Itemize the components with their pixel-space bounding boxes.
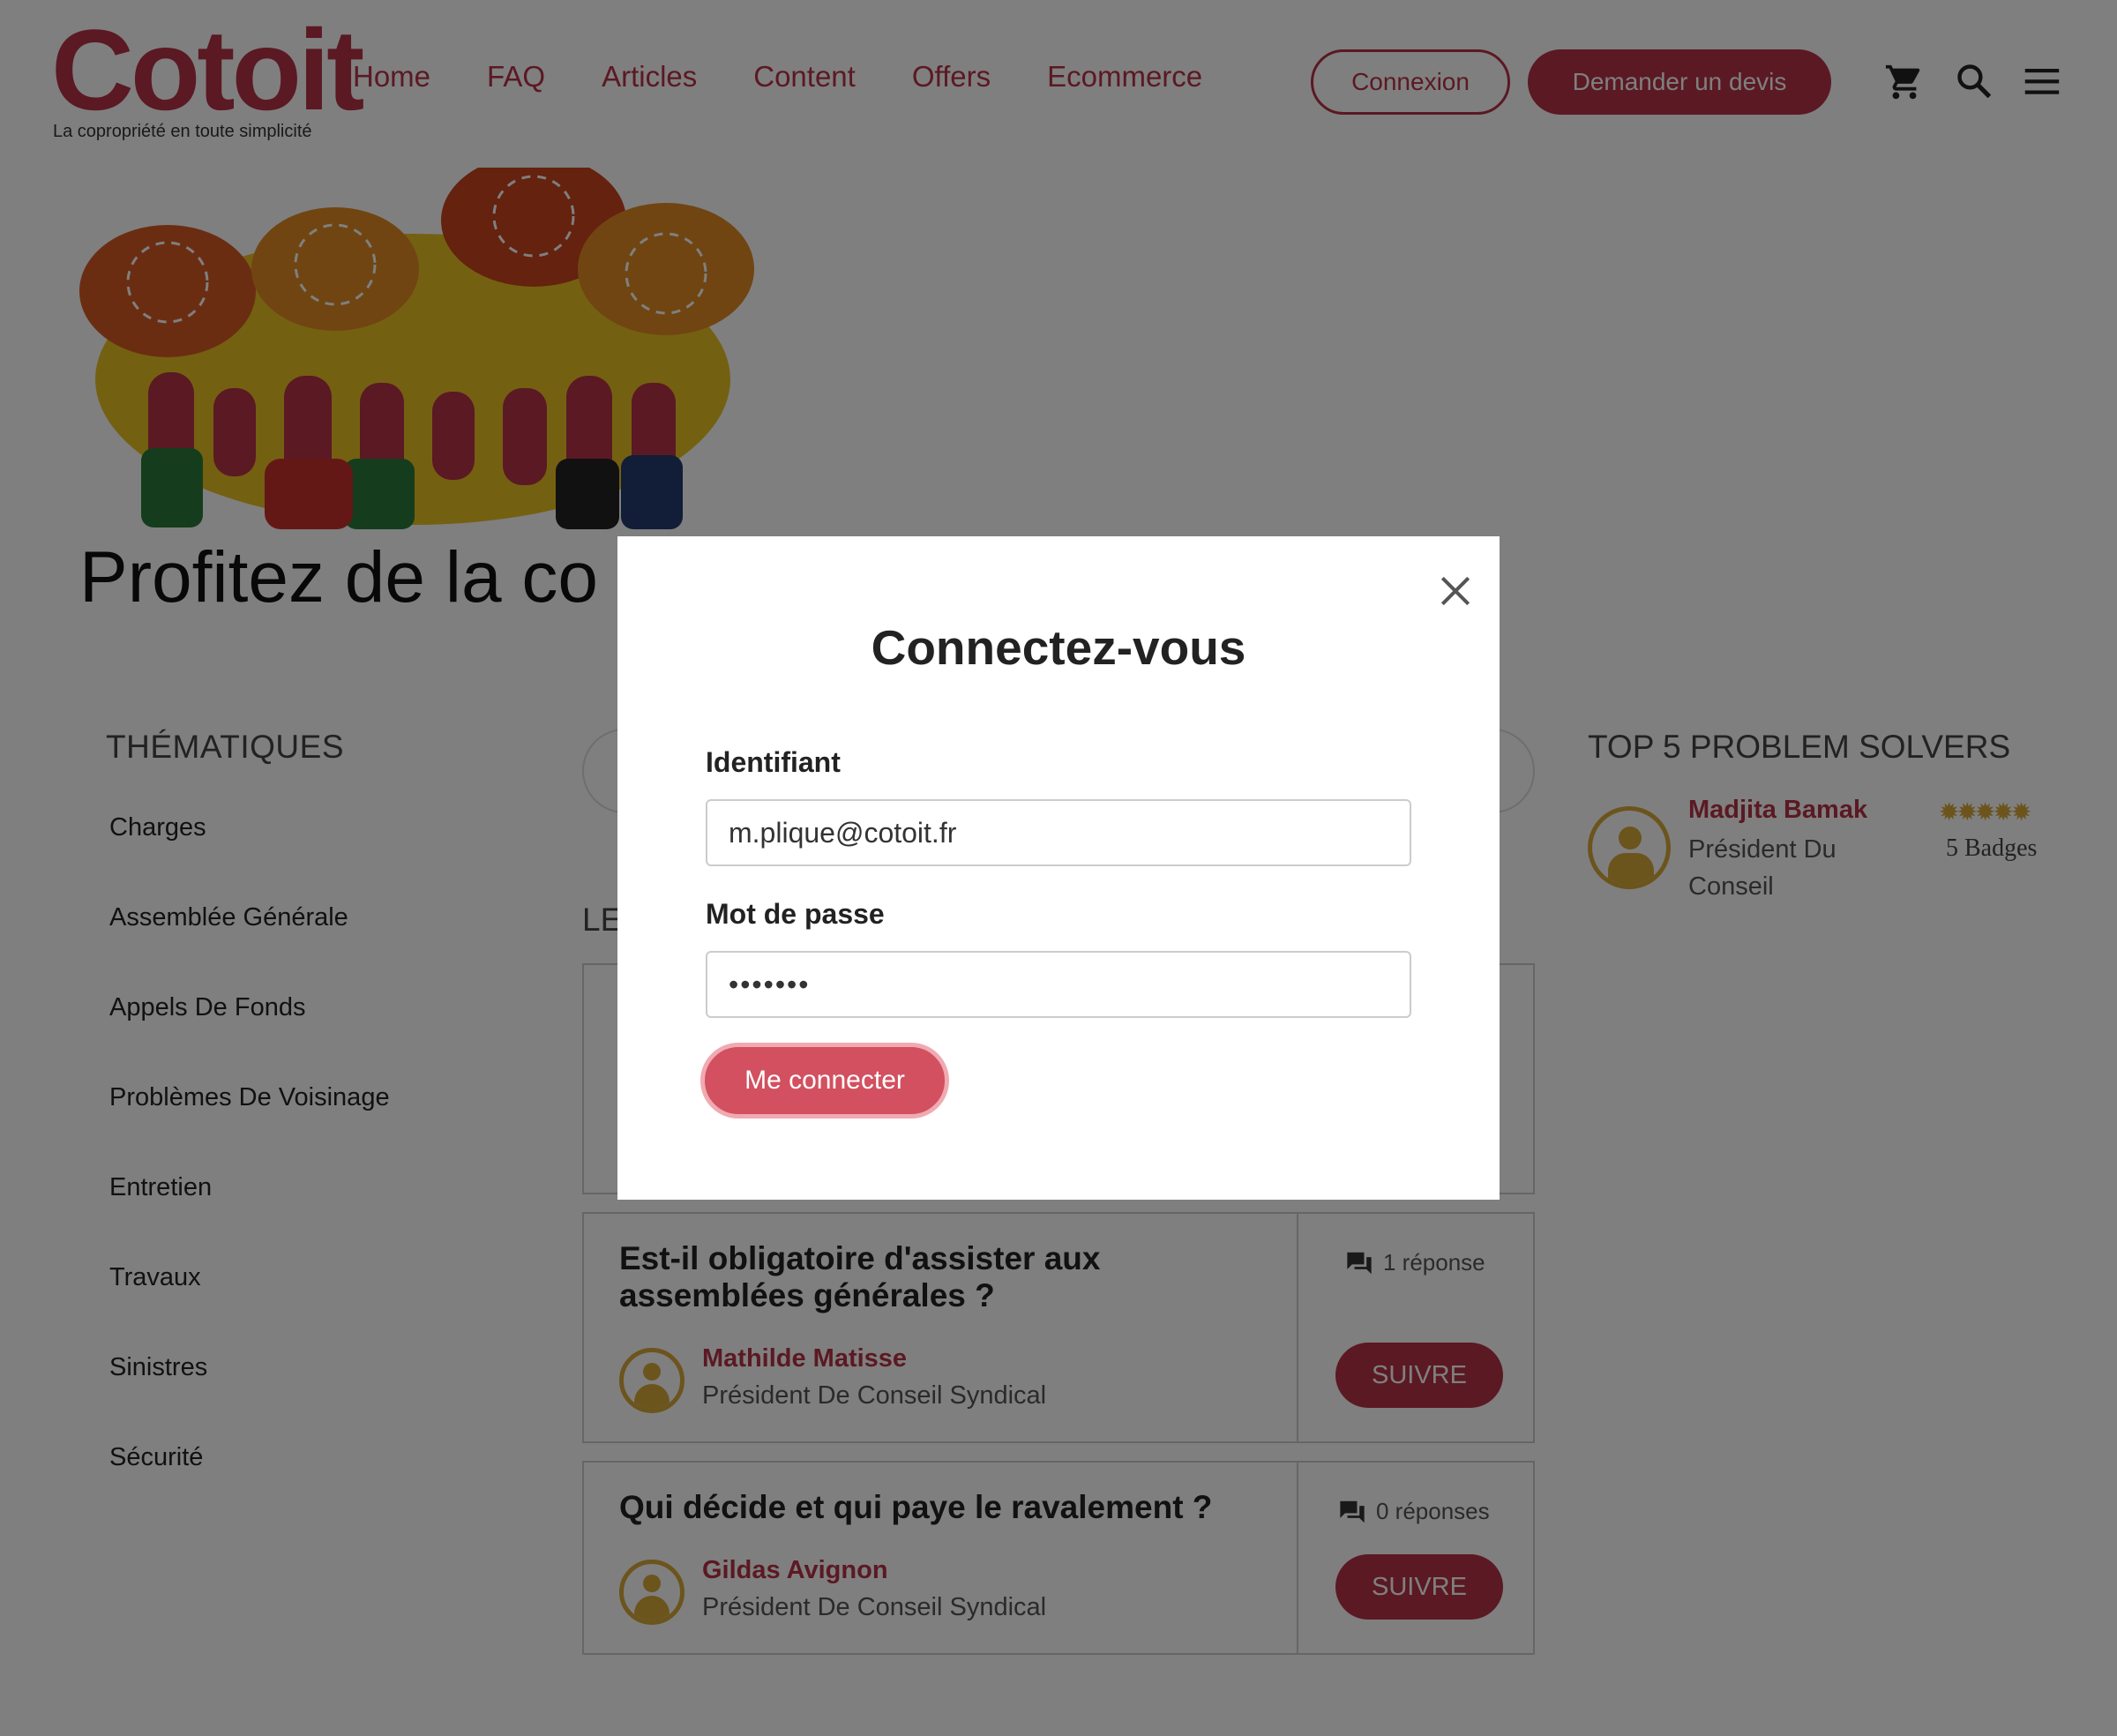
password-field[interactable] [706, 951, 1411, 1018]
close-icon[interactable] [1436, 572, 1475, 610]
login-modal: Connectez-vous Identifiant Mot de passe … [617, 536, 1500, 1200]
submit-login-button[interactable]: Me connecter [700, 1043, 949, 1119]
modal-title: Connectez-vous [871, 620, 1246, 675]
username-field[interactable] [706, 799, 1411, 866]
password-label: Mot de passe [706, 898, 885, 930]
username-label: Identifiant [706, 746, 841, 778]
